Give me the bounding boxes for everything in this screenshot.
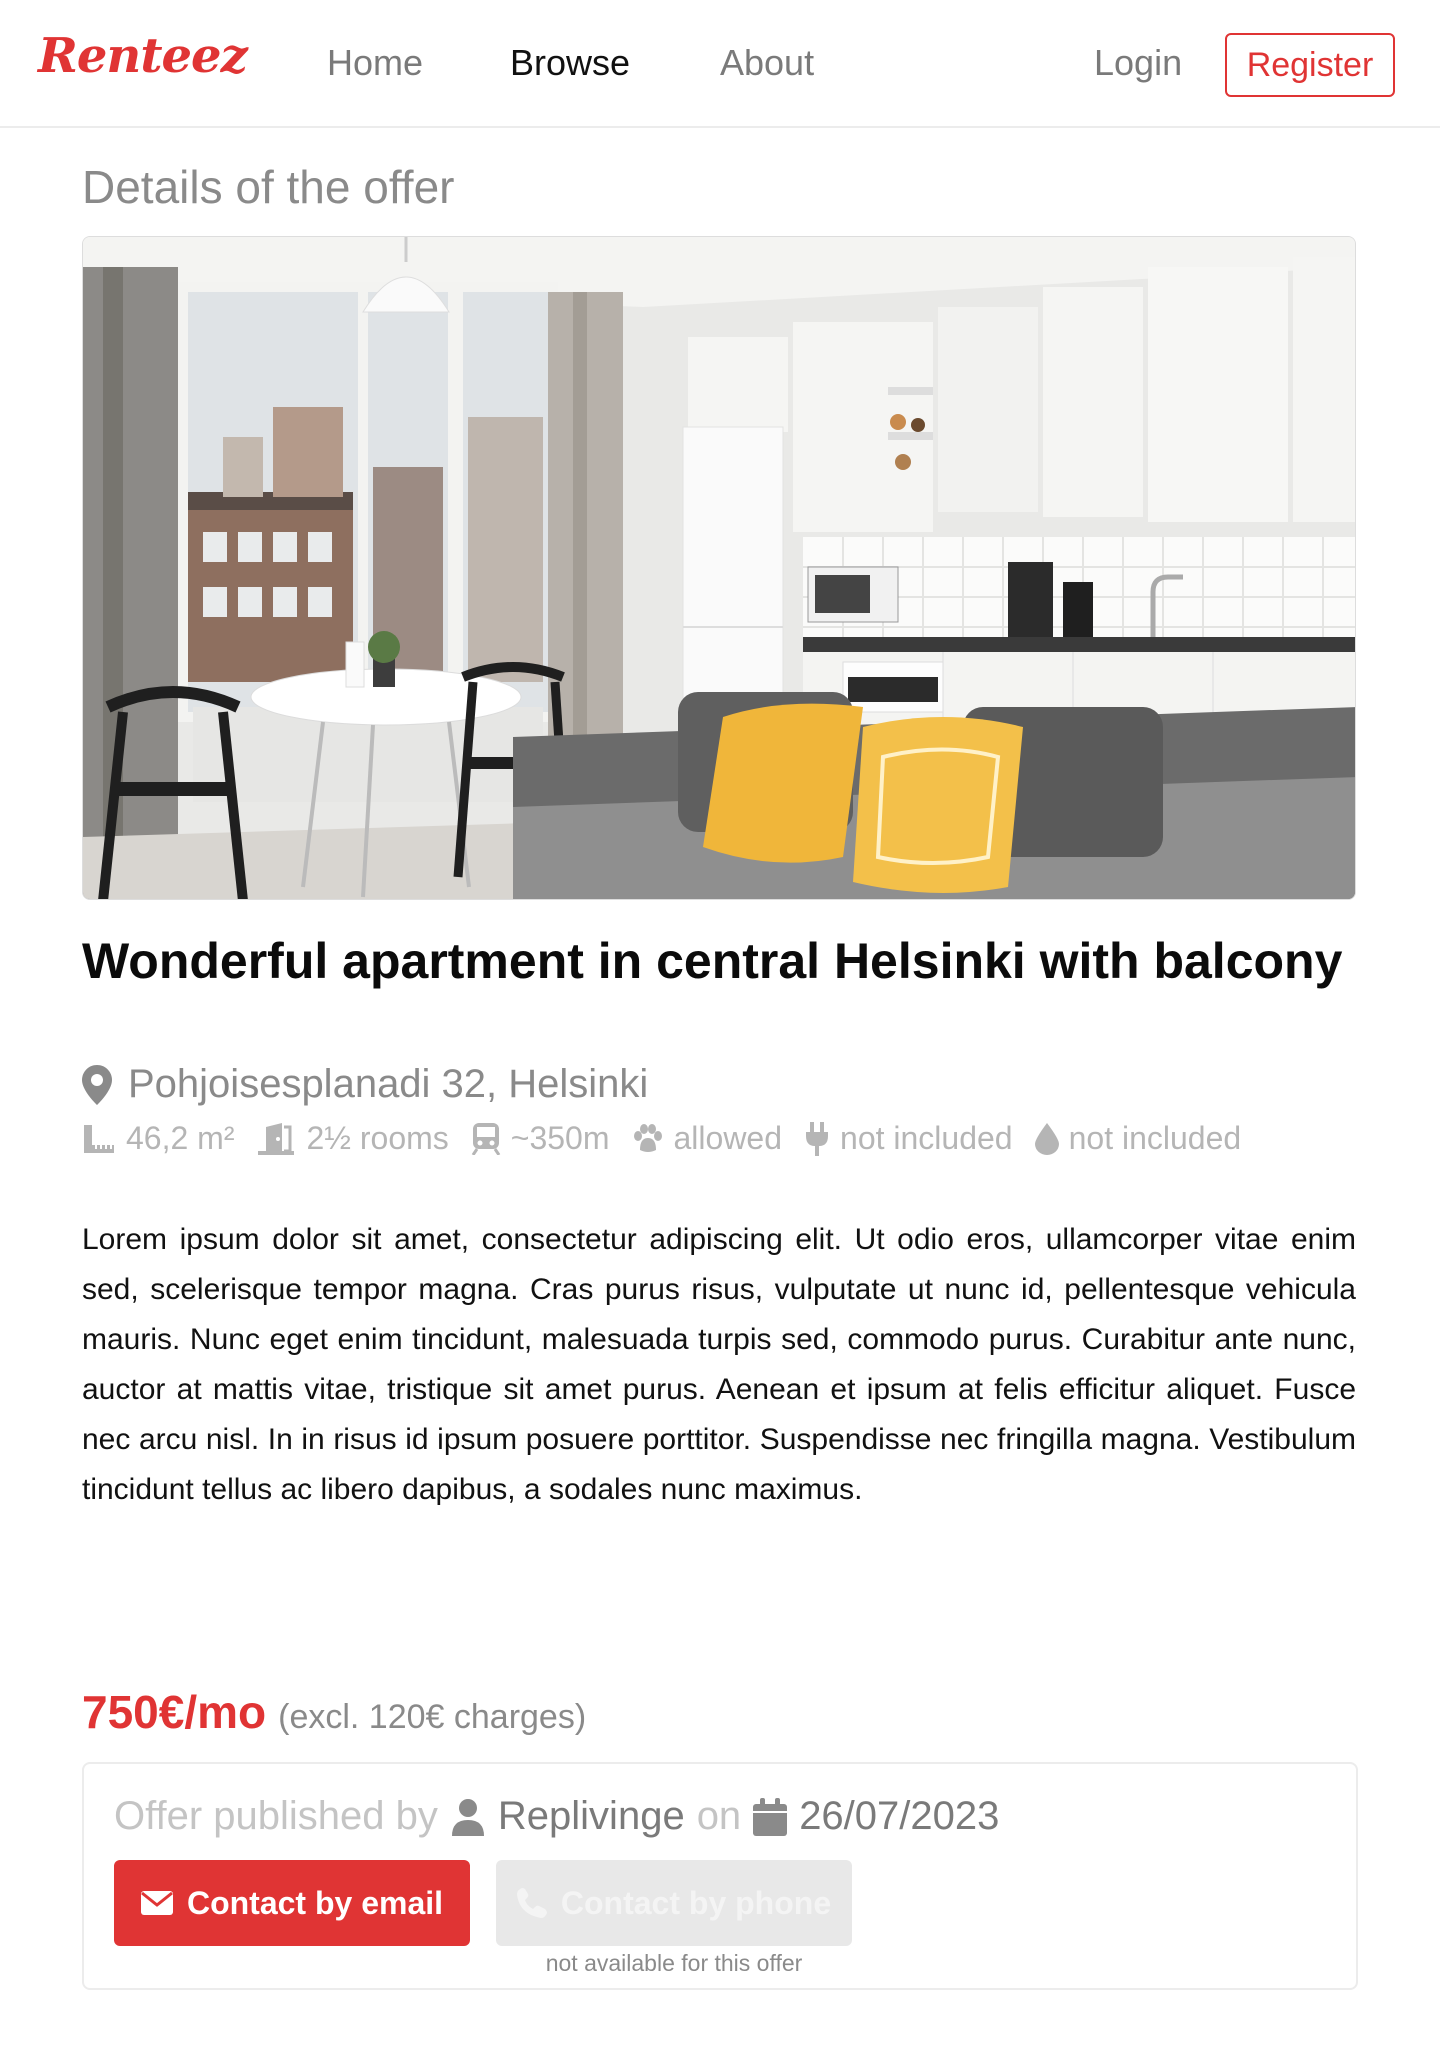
contact-email-label: Contact by email: [186, 1884, 444, 1921]
nav-about-link[interactable]: About: [720, 42, 814, 84]
map-pin-icon: [82, 1064, 112, 1105]
feature-water-label: not included: [1068, 1120, 1242, 1156]
ruler-icon: [84, 1124, 114, 1153]
feature-electricity: not included: [804, 1120, 1013, 1157]
author-name[interactable]: Replivinge: [498, 1794, 685, 1839]
renteez-logo[interactable]: Renteez: [38, 28, 248, 84]
nav-login-link[interactable]: Login: [1094, 42, 1182, 84]
address-text: Pohjoisesplanadi 32, Helsinki: [128, 1062, 649, 1106]
apartment-photo[interactable]: [82, 236, 1356, 900]
feature-area: 46,2 m²: [82, 1120, 234, 1157]
feature-area-label: 46,2 m²: [126, 1120, 235, 1156]
contact-phone-label: Contact by phone: [560, 1884, 832, 1921]
feature-pets: allowed: [632, 1120, 783, 1157]
price-charges: (excl. 120€ charges): [278, 1698, 587, 1736]
address-row: Pohjoisesplanadi 32, Helsinki: [82, 1062, 648, 1107]
on-label: on: [696, 1794, 742, 1838]
door-icon: [258, 1122, 295, 1155]
publish-date: 26/07/2023: [799, 1794, 1000, 1838]
feature-transport-label: ~350m: [510, 1120, 610, 1156]
feature-rooms: 2½ rooms: [256, 1120, 449, 1157]
envelope-icon: [140, 1891, 173, 1915]
publish-info-card: Offer published by Replivinge on 26/07/2…: [82, 1762, 1358, 1990]
price-row: 750€/mo (excl. 120€ charges): [82, 1685, 586, 1739]
paw-icon: [633, 1123, 662, 1152]
feature-rooms-label: 2½ rooms: [306, 1120, 449, 1156]
feature-water: not included: [1034, 1120, 1242, 1157]
water-drop-icon: [1034, 1122, 1059, 1155]
plug-icon: [806, 1121, 829, 1156]
calendar-icon: [753, 1797, 788, 1836]
feature-electricity-label: not included: [840, 1120, 1013, 1156]
offer-title: Wonderful apartment in central Helsinki …: [82, 933, 1343, 989]
phone-icon: [516, 1888, 547, 1918]
feature-pets-label: allowed: [673, 1120, 783, 1156]
published-by-label: Offer published by: [114, 1794, 438, 1838]
page-title: Details of the offer: [82, 161, 455, 213]
offer-description: Lorem ipsum dolor sit amet, consectetur …: [82, 1223, 1356, 1506]
top-navbar: Renteez Home Browse About Login Register: [0, 0, 1440, 128]
feature-transport: ~350m: [471, 1120, 610, 1157]
nav-home-link[interactable]: Home: [327, 42, 423, 84]
features-row: 46,2 m² 2½ rooms ~350m allowed not inclu…: [82, 1120, 1263, 1157]
price-value: 750€/mo: [82, 1686, 267, 1738]
train-icon: [471, 1122, 501, 1155]
contact-phone-button[interactable]: Contact by phone: [496, 1860, 852, 1946]
phone-unavailable-note: not available for this offer: [545, 1950, 803, 1976]
user-icon: [451, 1798, 484, 1836]
register-button[interactable]: Register: [1225, 33, 1395, 97]
contact-email-button[interactable]: Contact by email: [114, 1860, 470, 1946]
publish-info-line: Offer published by Replivinge on 26/07/2…: [114, 1794, 999, 1839]
nav-browse-link[interactable]: Browse: [510, 42, 630, 84]
